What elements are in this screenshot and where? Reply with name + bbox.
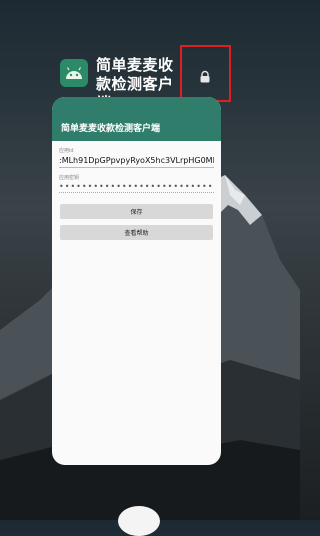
app-key-input[interactable]: •••••••••••••••••••••••••••••••••••••••• <box>59 182 214 193</box>
toolbar-title: 简单麦麦收款检测客户端 <box>61 123 161 134</box>
app-id-field[interactable]: 应用id :MLh91DpGPpvpyRyoX5hc3VLrpHG0MKd <box>52 147 221 168</box>
save-button-label: 保存 <box>130 209 143 216</box>
app-key-label: 应用密钥 <box>59 175 80 181</box>
home-indicator[interactable] <box>118 506 160 536</box>
help-button[interactable]: 查看帮助 <box>60 225 213 240</box>
toolbar: 简单麦麦收款检测客户端 <box>52 97 221 141</box>
highlight-box <box>180 45 231 102</box>
help-button-label: 查看帮助 <box>124 230 149 237</box>
app-id-label: 应用id <box>59 148 74 154</box>
app-preview-card[interactable]: 简单麦麦收款检测客户端 应用id :MLh91DpGPpvpyRyoX5hc3V… <box>52 97 221 465</box>
android-icon[interactable] <box>60 59 88 87</box>
app-id-input[interactable]: :MLh91DpGPpvpyRyoX5hc3VLrpHG0MKd <box>59 155 214 168</box>
save-button[interactable]: 保存 <box>60 204 213 219</box>
app-key-field[interactable]: 应用密钥 •••••••••••••••••••••••••••••••••••… <box>52 174 221 193</box>
